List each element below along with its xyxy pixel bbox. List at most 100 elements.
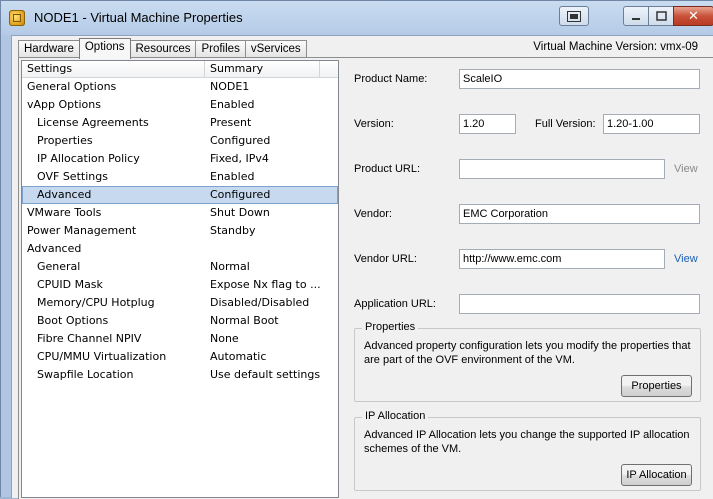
header-filler xyxy=(320,61,333,77)
window: NODE1 - Virtual Machine Properties ✕ Har… xyxy=(0,0,713,499)
product-url-field[interactable] xyxy=(459,159,665,179)
ip-allocation-button[interactable]: IP Allocation xyxy=(621,464,692,486)
version-label: Version: xyxy=(354,118,394,130)
settings-row-summary: Normal xyxy=(210,260,250,273)
settings-row-summary: Enabled xyxy=(210,98,255,111)
close-icon: ✕ xyxy=(688,8,699,24)
settings-row-name: CPUID Mask xyxy=(37,278,103,291)
properties-group-title: Properties xyxy=(362,321,419,333)
settings-row[interactable]: Power Management Standby xyxy=(22,222,338,240)
tab-profiles[interactable]: Profiles xyxy=(195,40,246,58)
settings-row-summary xyxy=(205,240,335,258)
settings-row-summary: Enabled xyxy=(210,170,255,183)
tab-resources[interactable]: Resources xyxy=(129,40,197,58)
minimize-button[interactable] xyxy=(623,6,649,26)
header-settings[interactable]: Settings xyxy=(22,61,205,77)
tab-bar: Hardware Options Resources Profiles vSer… xyxy=(18,38,307,59)
settings-row-name: CPU/MMU Virtualization xyxy=(37,350,167,363)
settings-row-name: Fibre Channel NPIV xyxy=(37,332,142,345)
header-summary[interactable]: Summary xyxy=(205,61,320,77)
settings-row-summary: Fixed, IPv4 xyxy=(210,152,269,165)
settings-row-summary: Use default settings xyxy=(210,368,321,381)
window-special-button[interactable] xyxy=(559,6,589,26)
version-field[interactable]: 1.20 xyxy=(459,114,516,134)
settings-row-name: IP Allocation Policy xyxy=(37,152,140,165)
settings-row-name: Swapfile Location xyxy=(37,368,134,381)
ip-allocation-group-title: IP Allocation xyxy=(362,410,429,422)
vendor-url-field[interactable]: http://www.emc.com xyxy=(459,249,665,269)
settings-row-summary: Configured xyxy=(210,134,271,147)
settings-row[interactable]: General Options NODE1 xyxy=(22,78,338,96)
settings-row-name: VMware Tools xyxy=(27,206,102,219)
settings-row[interactable]: OVF Settings Enabled xyxy=(22,168,338,186)
settings-rows: General Options NODE1 vApp Options Enabled L… xyxy=(22,78,338,384)
tab-hardware[interactable]: Hardware xyxy=(18,40,80,58)
settings-row[interactable]: CPUID Mask Expose Nx flag to ... xyxy=(22,276,338,294)
settings-row[interactable]: CPU/MMU Virtualization Automatic xyxy=(22,348,338,366)
settings-row[interactable]: Advanced xyxy=(22,240,338,258)
settings-row-name: Properties xyxy=(37,134,93,147)
dialog-content: Hardware Options Resources Profiles vSer… xyxy=(11,35,713,499)
settings-row-summary: Present xyxy=(210,116,252,129)
vendor-url-label: Vendor URL: xyxy=(354,253,417,265)
settings-row-name: General Options xyxy=(27,80,117,93)
settings-list-header: Settings Summary xyxy=(22,61,338,78)
settings-list[interactable]: Settings Summary General Options NODE1 vAp… xyxy=(21,60,339,498)
settings-row-summary: None xyxy=(210,332,239,345)
settings-row[interactable]: Advanced Configured xyxy=(22,186,338,204)
properties-group-description: Advanced property configuration lets you… xyxy=(364,340,691,366)
tab-vservices[interactable]: vServices xyxy=(244,40,307,58)
product-url-label: Product URL: xyxy=(354,163,421,175)
full-version-field[interactable]: 1.20-1.00 xyxy=(603,114,700,134)
settings-row-name: OVF Settings xyxy=(37,170,108,183)
settings-row-summary: Standby xyxy=(210,224,256,237)
settings-row[interactable]: Boot Options Normal Boot xyxy=(22,312,338,330)
settings-row[interactable]: VMware Tools Shut Down xyxy=(22,204,338,222)
application-url-field[interactable] xyxy=(459,294,700,314)
settings-row-summary: Shut Down xyxy=(210,206,270,219)
minimize-icon xyxy=(632,18,640,20)
settings-row[interactable]: License Agreements Present xyxy=(22,114,338,132)
settings-row-name: Boot Options xyxy=(37,314,109,327)
settings-row-summary: Automatic xyxy=(210,350,267,363)
settings-row-summary: NODE1 xyxy=(210,80,250,93)
settings-row-name: Power Management xyxy=(27,224,137,237)
ip-allocation-group: IP Allocation Advanced IP Allocation let… xyxy=(354,410,701,491)
settings-row[interactable]: Memory/CPU Hotplug Disabled/Disabled xyxy=(22,294,338,312)
maximize-icon xyxy=(655,11,667,21)
properties-group: Properties Advanced property configurati… xyxy=(354,321,701,402)
settings-row[interactable]: IP Allocation Policy Fixed, IPv4 xyxy=(22,150,338,168)
close-button[interactable]: ✕ xyxy=(673,6,713,26)
application-url-label: Application URL: xyxy=(354,298,436,310)
settings-row-summary: Expose Nx flag to ... xyxy=(210,278,321,291)
vsphere-app-icon xyxy=(9,10,25,26)
maximize-button[interactable] xyxy=(648,6,674,26)
full-version-label: Full Version: xyxy=(535,118,596,130)
settings-row-summary: Disabled/Disabled xyxy=(210,296,310,309)
title-bar[interactable]: NODE1 - Virtual Machine Properties ✕ xyxy=(1,1,713,35)
vm-version-label: Virtual Machine Version: vmx-09 xyxy=(533,41,698,53)
settings-row[interactable]: Properties Configured xyxy=(22,132,338,150)
window-title: NODE1 - Virtual Machine Properties xyxy=(34,10,243,25)
window-layout-icon xyxy=(567,10,581,22)
tab-options[interactable]: Options xyxy=(78,38,131,59)
settings-row[interactable]: General Normal xyxy=(22,258,338,276)
settings-row-name: Advanced xyxy=(37,188,92,201)
settings-row-name: vApp Options xyxy=(27,98,101,111)
settings-row[interactable]: vApp Options Enabled xyxy=(22,96,338,114)
ip-allocation-group-description: Advanced IP Allocation lets you change t… xyxy=(364,429,690,455)
vendor-label: Vendor: xyxy=(354,208,392,220)
properties-button[interactable]: Properties xyxy=(621,375,692,397)
product-name-field[interactable]: ScaleIO xyxy=(459,69,700,89)
settings-row-name: Advanced xyxy=(27,242,82,255)
vendor-url-view-link[interactable]: View xyxy=(674,253,698,265)
product-url-view-link[interactable]: View xyxy=(674,163,698,175)
settings-row-summary: Normal Boot xyxy=(210,314,279,327)
settings-row[interactable]: Swapfile Location Use default settings xyxy=(22,366,338,384)
settings-row-name: Memory/CPU Hotplug xyxy=(37,296,155,309)
product-name-label: Product Name: xyxy=(354,73,428,85)
settings-row-summary: Configured xyxy=(210,188,271,201)
vendor-field[interactable]: EMC Corporation xyxy=(459,204,700,224)
settings-row-name: General xyxy=(37,260,81,273)
settings-row[interactable]: Fibre Channel NPIV None xyxy=(22,330,338,348)
